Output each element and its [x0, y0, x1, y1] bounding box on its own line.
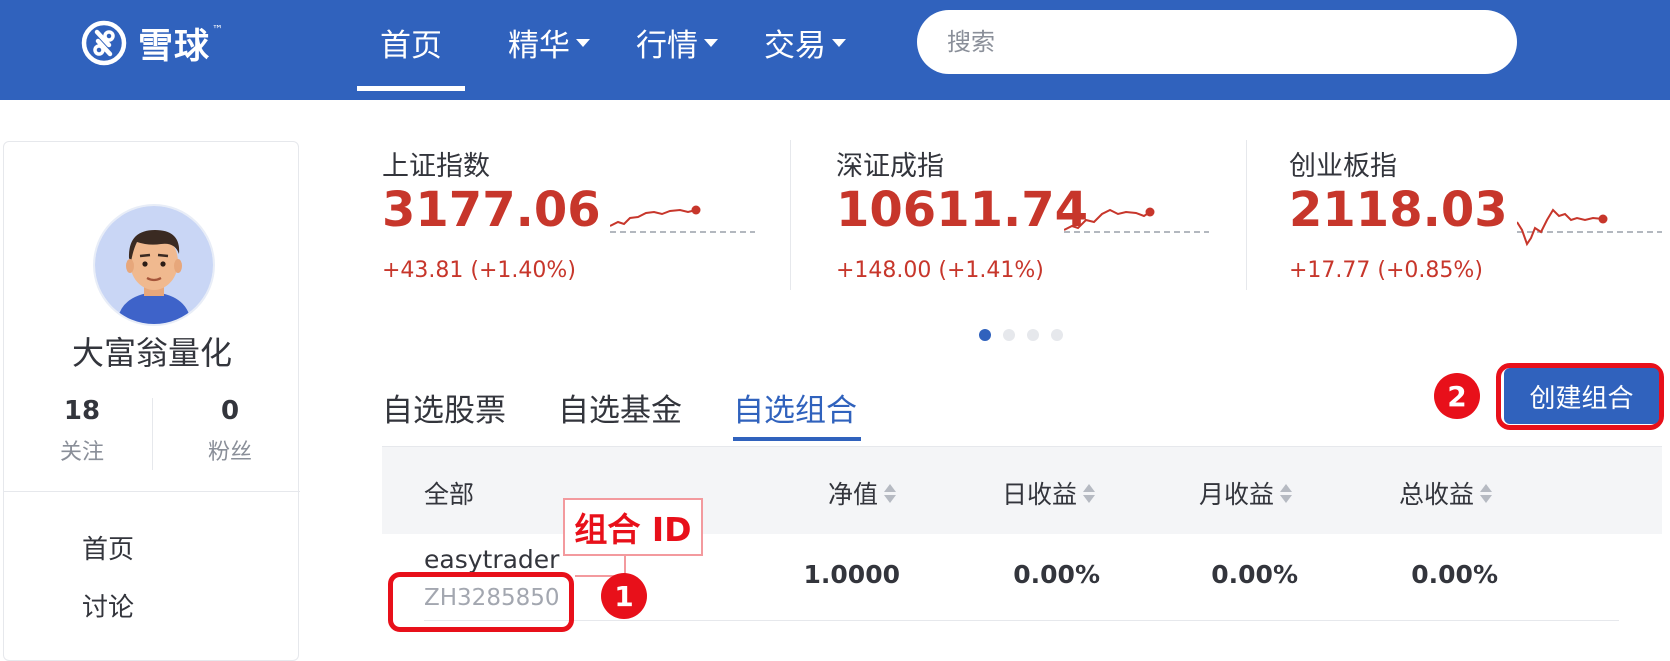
chevron-down-icon [576, 39, 590, 47]
create-portfolio-button[interactable]: 创建组合 [1504, 368, 1659, 424]
portfolio-total-return: 0.00% [1411, 560, 1498, 589]
index-value: 3177.06 [382, 182, 601, 238]
sparkline-icon [1064, 207, 1209, 233]
chevron-down-icon [704, 39, 718, 47]
nav-trade[interactable]: 交易 [764, 22, 846, 64]
nav-active-indicator [357, 86, 465, 91]
user-avatar-icon [95, 206, 213, 324]
column-header-total[interactable]: 总收益 [1399, 475, 1493, 511]
portfolio-nav: 1.0000 [803, 560, 900, 589]
index-change: +17.77 (+0.85%) [1289, 258, 1483, 283]
nav-featured-label: 精华 [508, 27, 570, 64]
snowball-logo-icon [81, 20, 127, 66]
profile-divider [4, 491, 300, 492]
ticker-divider [1246, 140, 1247, 290]
portfolio-daily-return: 0.00% [1013, 560, 1100, 589]
index-name: 上证指数 [382, 151, 490, 182]
annotation-callout-portfolio-id: 组合 ID [563, 498, 703, 556]
profile-card: 大富翁量化 18 关注 0 粉丝 首页 讨论 [3, 141, 300, 661]
search-input[interactable] [917, 10, 1517, 74]
side-link-home[interactable]: 首页 [82, 529, 134, 566]
logo-text: 雪球 [138, 26, 211, 67]
index-card-shenzhen[interactable]: 深证成指 10611.74 +148.00 (+1.41%) [836, 140, 1256, 290]
index-change: +43.81 (+1.40%) [382, 258, 576, 283]
carousel-dot[interactable] [979, 329, 991, 341]
carousel-dot[interactable] [1027, 329, 1039, 341]
avatar[interactable] [93, 204, 215, 326]
annotation-highlight-id [388, 572, 574, 632]
column-header-all[interactable]: 全部 [424, 475, 474, 511]
chevron-down-icon [832, 39, 846, 47]
portfolio-monthly-return: 0.00% [1211, 560, 1298, 589]
sort-icon [884, 483, 897, 503]
followers-count: 0 [220, 396, 240, 426]
tab-watchlist-portfolios[interactable]: 自选组合 [733, 385, 857, 430]
tab-watchlist-stocks[interactable]: 自选股票 [382, 385, 506, 430]
sparkline-icon [610, 205, 755, 233]
index-value: 2118.03 [1289, 182, 1508, 238]
followers-stat[interactable]: 0 粉丝 [160, 396, 300, 466]
following-count: 18 [63, 396, 101, 426]
followers-label: 粉丝 [207, 440, 252, 465]
top-nav-bar: 雪球 ™ 首页 精华 行情 交易 [0, 0, 1670, 100]
column-header-nav[interactable]: 净值 [828, 475, 897, 511]
column-label: 净值 [828, 480, 879, 509]
column-header-monthly[interactable]: 月收益 [1199, 475, 1293, 511]
annotation-badge-2: 2 [1434, 373, 1480, 419]
nav-market-label: 行情 [636, 27, 698, 64]
carousel-dots [979, 329, 1063, 341]
tab-active-indicator [733, 437, 861, 441]
following-label: 关注 [59, 440, 104, 465]
ticker-divider [790, 140, 791, 290]
index-change: +148.00 (+1.41%) [836, 258, 1044, 283]
nav-home[interactable]: 首页 [380, 22, 442, 64]
carousel-dot[interactable] [1051, 329, 1063, 341]
following-stat[interactable]: 18 关注 [12, 396, 152, 466]
portfolio-name[interactable]: easytrader [424, 545, 559, 574]
sort-icon [1280, 483, 1293, 503]
sparkline-icon [1517, 208, 1662, 247]
index-value: 10611.74 [836, 182, 1089, 238]
sort-icon [1083, 483, 1096, 503]
row-divider [424, 620, 1619, 621]
index-name: 深证成指 [836, 151, 944, 182]
stat-divider [152, 398, 153, 470]
nav-home-label: 首页 [380, 27, 442, 64]
index-card-chinext[interactable]: 创业板指 2118.03 +17.77 (+0.85%) [1289, 140, 1670, 290]
column-label: 月收益 [1199, 480, 1275, 509]
logo-trademark: ™ [212, 22, 224, 36]
logo[interactable]: 雪球 ™ [80, 18, 223, 68]
index-card-shanghai[interactable]: 上证指数 3177.06 +43.81 (+1.40%) [382, 140, 802, 290]
sort-icon [1480, 483, 1493, 503]
column-header-daily[interactable]: 日收益 [1002, 475, 1096, 511]
nav-market[interactable]: 行情 [636, 22, 718, 64]
side-link-discussion[interactable]: 讨论 [82, 587, 134, 624]
tab-watchlist-funds[interactable]: 自选基金 [558, 385, 682, 430]
profile-username[interactable]: 大富翁量化 [4, 328, 300, 374]
column-label: 全部 [424, 480, 475, 509]
nav-featured[interactable]: 精华 [508, 22, 590, 64]
index-name: 创业板指 [1289, 151, 1397, 182]
column-label: 日收益 [1002, 480, 1078, 509]
nav-trade-label: 交易 [764, 27, 826, 64]
annotation-badge-1: 1 [601, 573, 647, 619]
carousel-dot[interactable] [1003, 329, 1015, 341]
column-label: 总收益 [1399, 480, 1475, 509]
